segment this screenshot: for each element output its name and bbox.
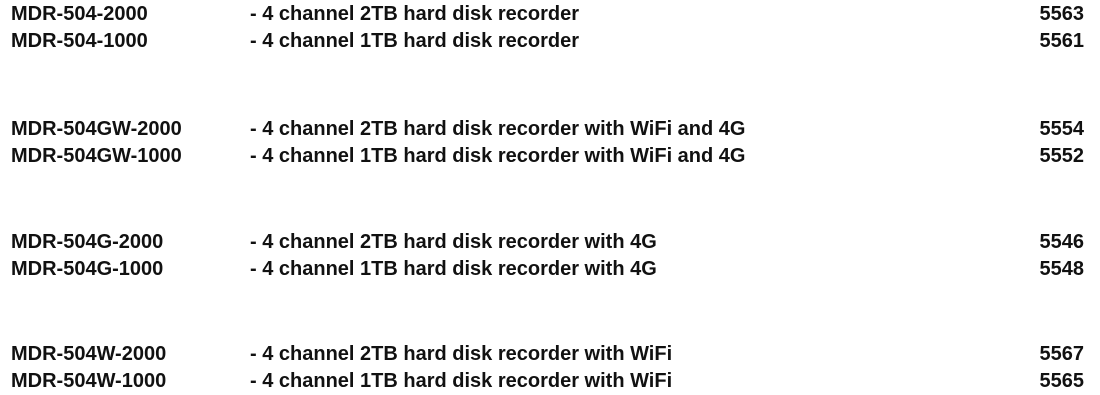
product-description: - 4 channel 1TB hard disk recorder with … xyxy=(250,258,657,280)
product-code: 5561 xyxy=(1039,30,1085,52)
product-row: MDR-504GW-2000 - 4 channel 2TB hard disk… xyxy=(0,115,1100,143)
model-number: MDR-504GW-1000 xyxy=(11,145,182,167)
model-number: MDR-504GW-2000 xyxy=(11,118,182,140)
product-row: MDR-504GW-1000 - 4 channel 1TB hard disk… xyxy=(0,142,1100,170)
product-list: MDR-504-2000 - 4 channel 2TB hard disk r… xyxy=(0,0,1100,392)
product-description: - 4 channel 2TB hard disk recorder with … xyxy=(250,231,657,253)
model-number: MDR-504G-1000 xyxy=(11,258,164,280)
product-code: 5548 xyxy=(1039,258,1085,280)
model-number: MDR-504-1000 xyxy=(11,30,148,52)
product-code: 5567 xyxy=(1039,343,1085,365)
product-row: MDR-504G-1000 - 4 channel 1TB hard disk … xyxy=(0,255,1100,283)
model-number: MDR-504W-2000 xyxy=(11,343,167,365)
product-description: - 4 channel 2TB hard disk recorder xyxy=(250,3,579,25)
product-row: MDR-504-1000 - 4 channel 1TB hard disk r… xyxy=(0,27,1100,55)
product-code: 5552 xyxy=(1039,145,1085,167)
product-description: - 4 channel 1TB hard disk recorder with … xyxy=(250,145,746,167)
product-description: - 4 channel 1TB hard disk recorder xyxy=(250,30,579,52)
product-row: MDR-504-2000 - 4 channel 2TB hard disk r… xyxy=(0,0,1100,28)
product-code: 5563 xyxy=(1039,3,1085,25)
model-number: MDR-504G-2000 xyxy=(11,231,164,253)
product-code: 5546 xyxy=(1039,231,1085,253)
product-row: MDR-504W-2000 - 4 channel 2TB hard disk … xyxy=(0,340,1100,368)
product-code: 5554 xyxy=(1039,118,1085,140)
model-number: MDR-504-2000 xyxy=(11,3,148,25)
product-row: MDR-504G-2000 - 4 channel 2TB hard disk … xyxy=(0,228,1100,256)
product-description: - 4 channel 2TB hard disk recorder with … xyxy=(250,343,673,365)
product-description: - 4 channel 2TB hard disk recorder with … xyxy=(250,118,746,140)
